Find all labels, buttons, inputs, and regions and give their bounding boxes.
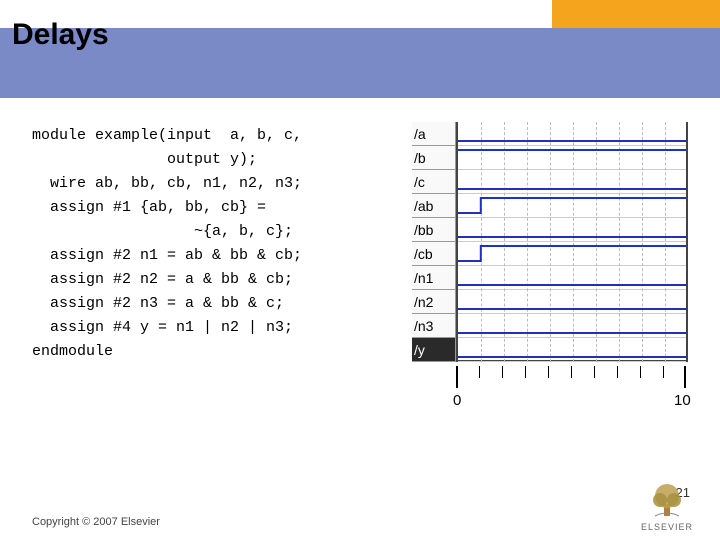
signal-label: /a xyxy=(412,122,456,146)
signal-label: /c xyxy=(412,170,456,194)
waveform-trace xyxy=(458,170,686,194)
waveform-row xyxy=(458,170,686,194)
waveform-row xyxy=(458,290,686,314)
waveform-row xyxy=(458,122,686,146)
signal-label: /y xyxy=(412,338,456,362)
waveform-row xyxy=(458,242,686,266)
signal-label-column: /a/b/c/ab/bb/cb/n1/n2/n3/y xyxy=(412,122,456,362)
waveform-row xyxy=(458,146,686,170)
waveform-trace xyxy=(458,122,686,146)
waveform-row xyxy=(458,314,686,338)
signal-label: /b xyxy=(412,146,456,170)
publisher-name: ELSEVIER xyxy=(632,522,702,532)
signal-label: /ab xyxy=(412,194,456,218)
slide-title: Delays xyxy=(12,18,109,52)
publisher-logo: ELSEVIER xyxy=(632,480,702,532)
waveform-plot xyxy=(456,122,688,362)
waveform-trace xyxy=(458,242,686,266)
waveform-viewer: /a/b/c/ab/bb/cb/n1/n2/n3/y 0 10 xyxy=(412,122,692,436)
signal-label: /n3 xyxy=(412,314,456,338)
waveform-trace xyxy=(458,146,686,170)
waveform-row xyxy=(458,338,686,362)
waveform-trace xyxy=(458,218,686,242)
signal-label: /n2 xyxy=(412,290,456,314)
waveform-trace xyxy=(458,314,686,338)
copyright-footer: Copyright © 2007 Elsevier xyxy=(32,516,160,528)
waveform-trace xyxy=(458,338,686,362)
axis-label-max: 10 xyxy=(674,392,691,409)
waveform-row xyxy=(458,266,686,290)
signal-label: /bb xyxy=(412,218,456,242)
tree-icon xyxy=(647,480,687,520)
waveform-trace xyxy=(458,266,686,290)
accent-block xyxy=(552,0,720,28)
waveform-row xyxy=(458,218,686,242)
waveform-trace xyxy=(458,194,686,218)
waveform-row xyxy=(458,194,686,218)
waveform-trace xyxy=(458,290,686,314)
signal-label: /cb xyxy=(412,242,456,266)
axis-label-min: 0 xyxy=(453,392,461,409)
time-axis: 0 10 xyxy=(456,366,688,426)
signal-label: /n1 xyxy=(412,266,456,290)
